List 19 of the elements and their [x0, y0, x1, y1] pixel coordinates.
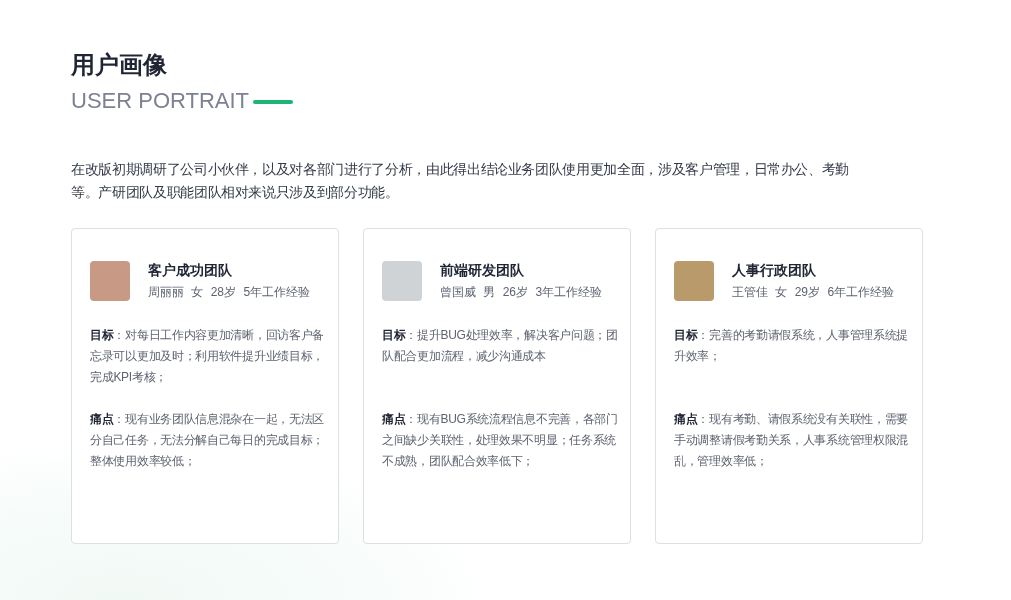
- team-name: 客户成功团队: [148, 261, 233, 280]
- intro-paragraph: 在改版初期调研了公司小伙伴，以及对各部门进行了分析，由此得出结论业务团队使用更加全面，涉及客户管理，日常办公、考勤等。产研团队及职能团队相对来说只涉及到部分功能。: [71, 160, 851, 202]
- team-name: 前端研发团队: [440, 261, 525, 280]
- pain-point-text: 痛点：现有考勤、请假系统没有关联性，需要手动调整请假考勤关系，人事系统管理权限混乱，管理效率低；: [674, 411, 909, 470]
- accent-bar: [253, 100, 294, 104]
- goal-text: 目标：提升BUG处理效率，解决客户问题；团队配合更加流程，减少沟通成本: [382, 327, 618, 365]
- avatar-photo-placeholder: [674, 260, 714, 301]
- persona-details: 曾国威 男 26岁 3年工作经验: [440, 284, 603, 301]
- team-name: 人事行政团队: [732, 261, 817, 280]
- pain-point-text: 痛点：现有业务团队信息混杂在一起，无法区分自己任务，无法分解自己每日的完成目标；整体使用效率较低；: [90, 411, 325, 470]
- pain-point-text: 痛点：现有BUG系统流程信息不完善，各部门之间缺少关联性，处理效果不明显；任务系统不成熟，团队配合效率低下；: [382, 411, 618, 470]
- avatar-photo-placeholder: [90, 260, 130, 301]
- avatar-photo-placeholder: [382, 260, 422, 301]
- goal-text: 目标：对每日工作内容更加清晰，回访客户备忘录可以更加及时；利用软件提升业绩目标，完成KPI考核；: [90, 327, 325, 386]
- page-subtitle: USER PORTRAIT: [71, 87, 250, 115]
- persona-details: 周丽丽 女 28岁 5年工作经验: [148, 284, 311, 301]
- page-title: 用户画像: [71, 50, 168, 80]
- persona-details: 王管佳 女 29岁 6年工作经验: [732, 284, 895, 301]
- goal-text: 目标：完善的考勤请假系统，人事管理系统提升效率；: [674, 327, 909, 365]
